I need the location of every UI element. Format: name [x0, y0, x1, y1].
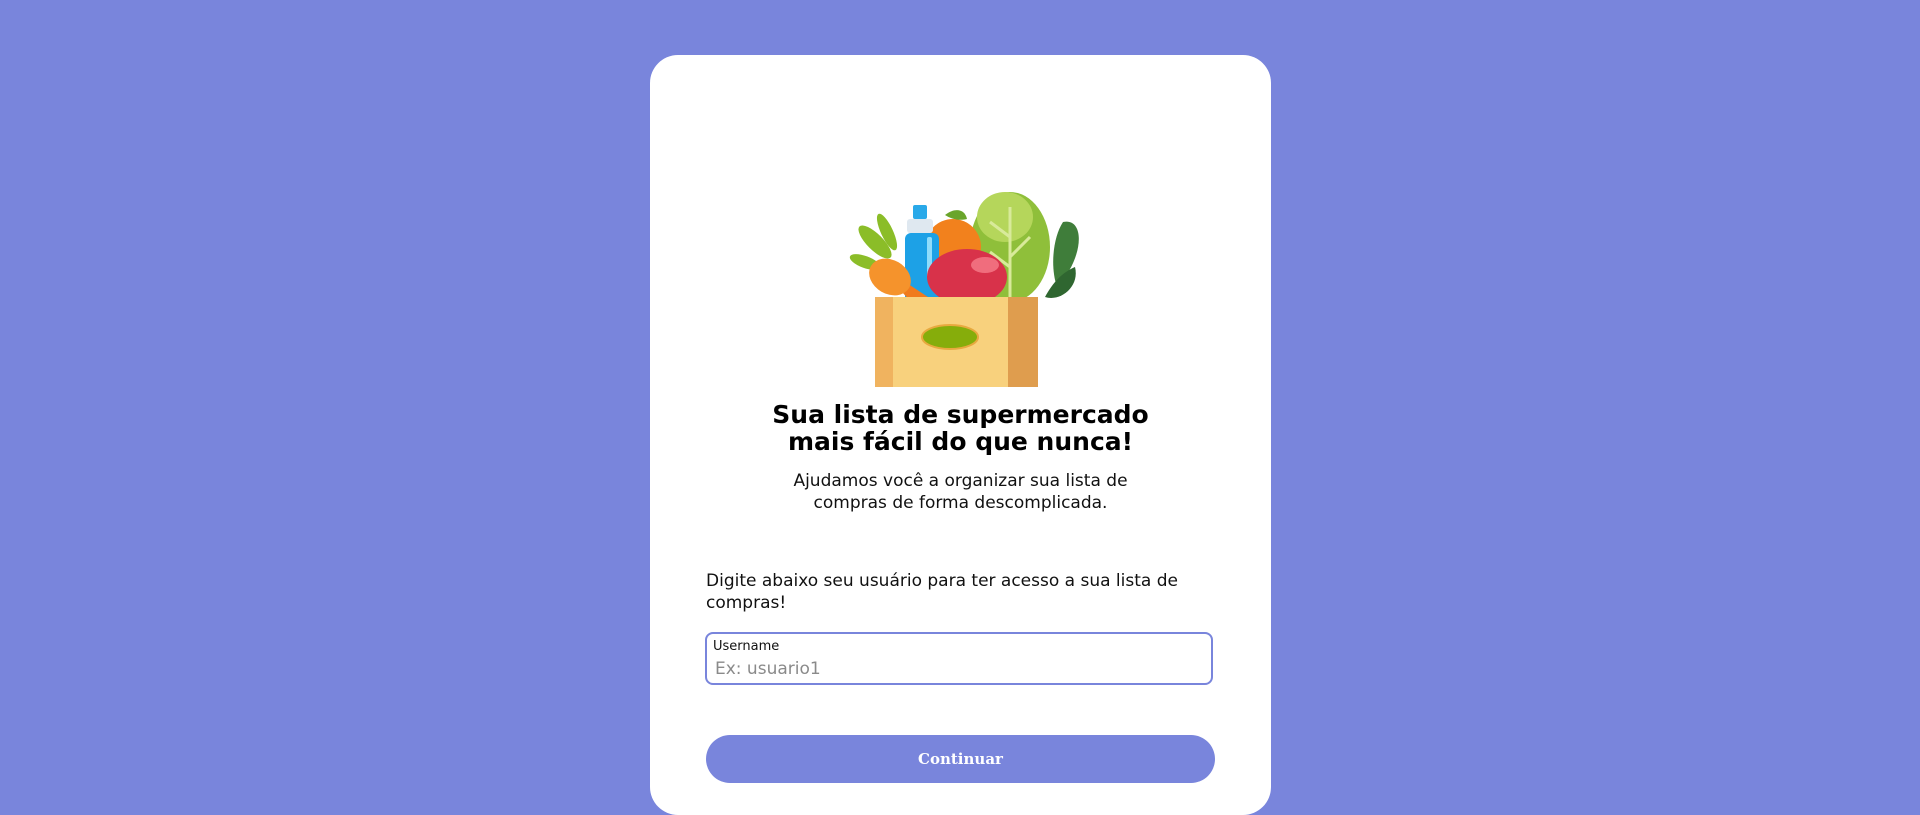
subhead-line-2: compras de forma descomplicada. — [813, 493, 1108, 513]
username-field[interactable]: Username — [705, 632, 1213, 685]
headline-line-2: mais fácil do que nunca! — [787, 427, 1134, 456]
subtitle: Ajudamos você a organizar sua lista de c… — [650, 470, 1271, 514]
subhead-line-1: Ajudamos você a organizar sua lista de — [793, 471, 1128, 491]
continue-button[interactable]: Continuar — [706, 735, 1215, 783]
username-input[interactable] — [715, 659, 1195, 679]
username-label: Username — [713, 639, 780, 654]
login-instruction: Digite abaixo seu usuário para ter acess… — [706, 571, 1178, 613]
login-card: Sua lista de supermercado mais fácil do … — [650, 55, 1271, 815]
grocery-bag-icon — [835, 137, 1095, 437]
page-title: Sua lista de supermercado mais fácil do … — [650, 401, 1271, 455]
headline-line-1: Sua lista de supermercado — [772, 400, 1149, 429]
